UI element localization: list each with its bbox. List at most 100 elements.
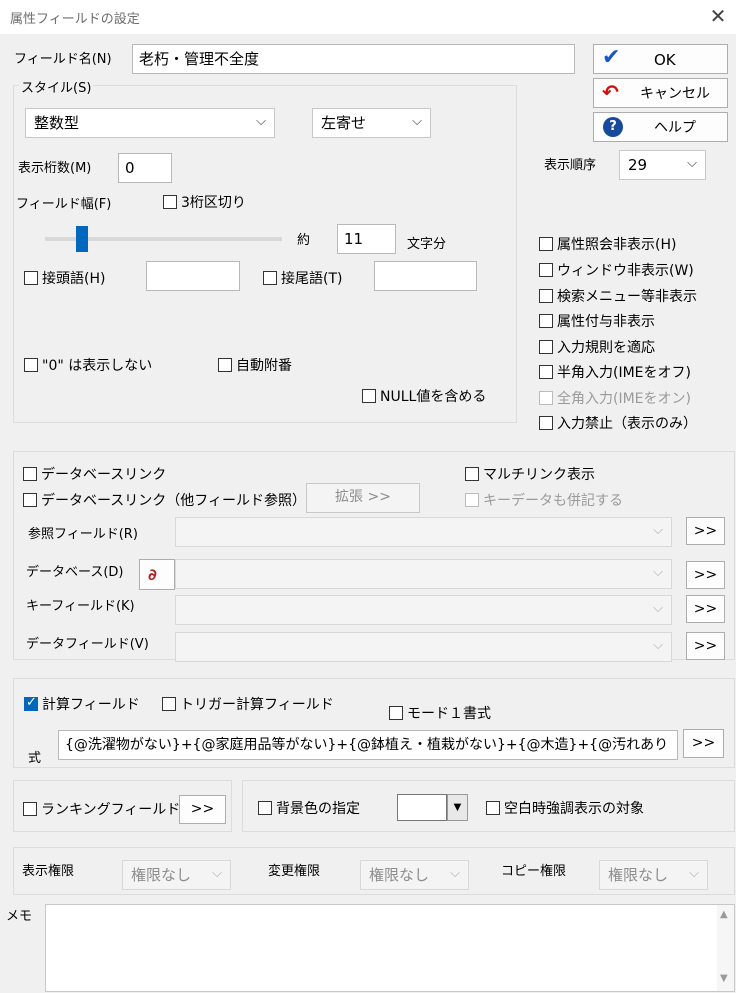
database-select[interactable]: ⌵ (175, 559, 672, 589)
include-null-checkbox[interactable]: NULL値を含める (362, 386, 486, 406)
trigger-calc-label: トリガー計算フィールド (180, 697, 334, 713)
scroll-down-icon[interactable]: ▼ (720, 973, 728, 984)
checkbox-box (486, 801, 500, 815)
suffix-input[interactable] (374, 261, 477, 291)
prefix-label: 接頭語(H) (42, 271, 106, 287)
right-check-label: 全角入力(IMEをオン) (557, 391, 691, 407)
checkbox-box (23, 493, 37, 507)
chevron-down-icon: ⌵ (256, 114, 266, 129)
mode1-checkbox[interactable]: モード１書式 (389, 703, 491, 723)
chevron-down-icon: ⌵ (450, 866, 460, 881)
key-field-select[interactable]: ⌵ (175, 595, 672, 625)
data-field-more-button[interactable]: >> (686, 632, 725, 660)
formula-label: 式 (28, 751, 42, 766)
cancel-button[interactable]: ↶ キャンセル (593, 78, 728, 108)
chevron-down-icon: ⌵ (653, 565, 663, 580)
db-link-checkbox[interactable]: データベースリンク (23, 464, 166, 484)
help-button[interactable]: ? ヘルプ (593, 112, 728, 142)
key-data-checkbox[interactable]: キーデータも併記する (465, 490, 623, 510)
order-select[interactable]: 29 ⌵ (619, 150, 706, 180)
chars-unit-label: 文字分 (407, 237, 447, 252)
color-dropdown-icon[interactable]: ▼ (447, 794, 468, 821)
type-select-value: 整数型 (34, 114, 80, 132)
checkbox-box (23, 467, 37, 481)
chevron-down-icon: ⌵ (653, 523, 663, 538)
multi-link-label: マルチリンク表示 (483, 467, 595, 483)
background-label: 背景色の指定 (276, 801, 360, 817)
memo-scrollbar[interactable]: ▲ ▼ (717, 905, 734, 991)
close-icon[interactable]: ✕ (706, 3, 730, 29)
right-check-label: 属性付与非表示 (557, 314, 655, 330)
copy-permission-select[interactable]: 権限なし ⌵ (599, 860, 708, 890)
empty-highlight-checkbox[interactable]: 空白時強調表示の対象 (486, 798, 644, 818)
chevron-down-icon: ⌵ (689, 866, 699, 881)
right-check-5[interactable]: 半角入力(IMEをオフ) (539, 362, 691, 382)
field-name-input[interactable]: 老朽・管理不全度 (132, 44, 575, 74)
right-check-7[interactable]: 入力禁止（表示のみ） (539, 413, 697, 433)
memo-textarea[interactable]: ▲ ▼ (45, 904, 735, 992)
checkbox-box (218, 358, 232, 372)
database-connect-button[interactable]: ∂ (139, 559, 175, 590)
key-field-more-button[interactable]: >> (686, 595, 725, 623)
ranking-label: ランキングフィールド (41, 802, 181, 818)
right-check-label: 入力禁止（表示のみ） (557, 416, 697, 432)
type-select[interactable]: 整数型 ⌵ (25, 108, 275, 138)
data-field-label: データフィールド(V) (26, 637, 149, 652)
ref-field-select[interactable]: ⌵ (175, 517, 672, 547)
background-checkbox[interactable]: 背景色の指定 (258, 798, 360, 818)
order-label: 表示順序 (544, 158, 597, 173)
checkbox-box (362, 389, 376, 403)
data-field-select[interactable]: ⌵ (175, 632, 672, 662)
suffix-checkbox[interactable]: 接尾語(T) (263, 268, 342, 288)
expand-button[interactable]: 拡張 >> (306, 483, 420, 513)
auto-number-label: 自動附番 (236, 358, 292, 374)
prefix-checkbox[interactable]: 接頭語(H) (24, 268, 105, 288)
hide-zero-label: "0" は表示しない (42, 358, 153, 374)
checkbox-box (162, 697, 176, 711)
formula-input[interactable]: {@洗濯物がない}+{@家庭用品等がない}+{@鉢植え・植栽がない}+{@木造}… (58, 730, 678, 760)
width-slider-thumb[interactable] (76, 226, 88, 252)
multi-link-checkbox[interactable]: マルチリンク表示 (465, 464, 595, 484)
key-field-label: キーフィールド(K) (26, 599, 135, 614)
hide-zero-checkbox[interactable]: "0" は表示しない (24, 355, 152, 375)
right-check-4[interactable]: 入力規則を適応 (539, 337, 655, 357)
style-group-label: スタイル(S) (19, 77, 94, 96)
auto-number-checkbox[interactable]: 自動附番 (218, 355, 292, 375)
formula-more-button[interactable]: >> (683, 729, 724, 758)
view-permission-label: 表示権限 (22, 864, 75, 879)
checkbox-box (465, 493, 479, 507)
right-check-2[interactable]: 検索メニュー等非表示 (539, 286, 697, 306)
checkbox-box (539, 416, 553, 430)
right-check-label: 入力規則を適応 (557, 340, 655, 356)
edit-permission-value: 権限なし (369, 866, 430, 884)
db-link-other-label: データベースリンク（他フィールド参照） (41, 493, 307, 509)
digits-input[interactable]: 0 (118, 153, 172, 183)
ref-field-more-button[interactable]: >> (686, 517, 725, 545)
view-permission-select[interactable]: 権限なし ⌵ (122, 860, 231, 890)
db-link-other-checkbox[interactable]: データベースリンク（他フィールド参照） (23, 490, 306, 510)
color-swatch[interactable] (397, 794, 447, 821)
ok-button[interactable]: ✔ OK (593, 44, 728, 74)
ranking-checkbox[interactable]: ランキングフィールド (23, 799, 180, 819)
calc-field-checkbox[interactable]: 計算フィールド (24, 694, 140, 714)
right-check-1[interactable]: ウィンドウ非表示(W) (539, 260, 694, 280)
checkbox-box (465, 467, 479, 481)
edit-permission-select[interactable]: 権限なし ⌵ (360, 860, 469, 890)
right-check-3[interactable]: 属性付与非表示 (539, 311, 655, 331)
thousands-checkbox[interactable]: 3桁区切り (163, 192, 246, 212)
calc-field-label: 計算フィールド (42, 697, 140, 713)
checkbox-box (539, 365, 553, 379)
cancel-button-label: キャンセル (640, 86, 710, 102)
chevron-down-icon: ⌵ (412, 114, 422, 129)
chars-input[interactable]: 11 (337, 224, 396, 254)
right-check-6[interactable]: 全角入力(IMEをオン) (539, 388, 691, 408)
align-select[interactable]: 左寄せ ⌵ (312, 108, 431, 138)
prefix-input[interactable] (146, 261, 240, 291)
order-select-value: 29 (628, 156, 648, 174)
checkbox-box (24, 358, 38, 372)
right-check-0[interactable]: 属性照会非表示(H) (539, 234, 676, 254)
scroll-up-icon[interactable]: ▲ (720, 909, 728, 920)
ranking-more-button[interactable]: >> (179, 795, 226, 824)
database-more-button[interactable]: >> (686, 561, 725, 589)
trigger-calc-checkbox[interactable]: トリガー計算フィールド (162, 694, 334, 714)
